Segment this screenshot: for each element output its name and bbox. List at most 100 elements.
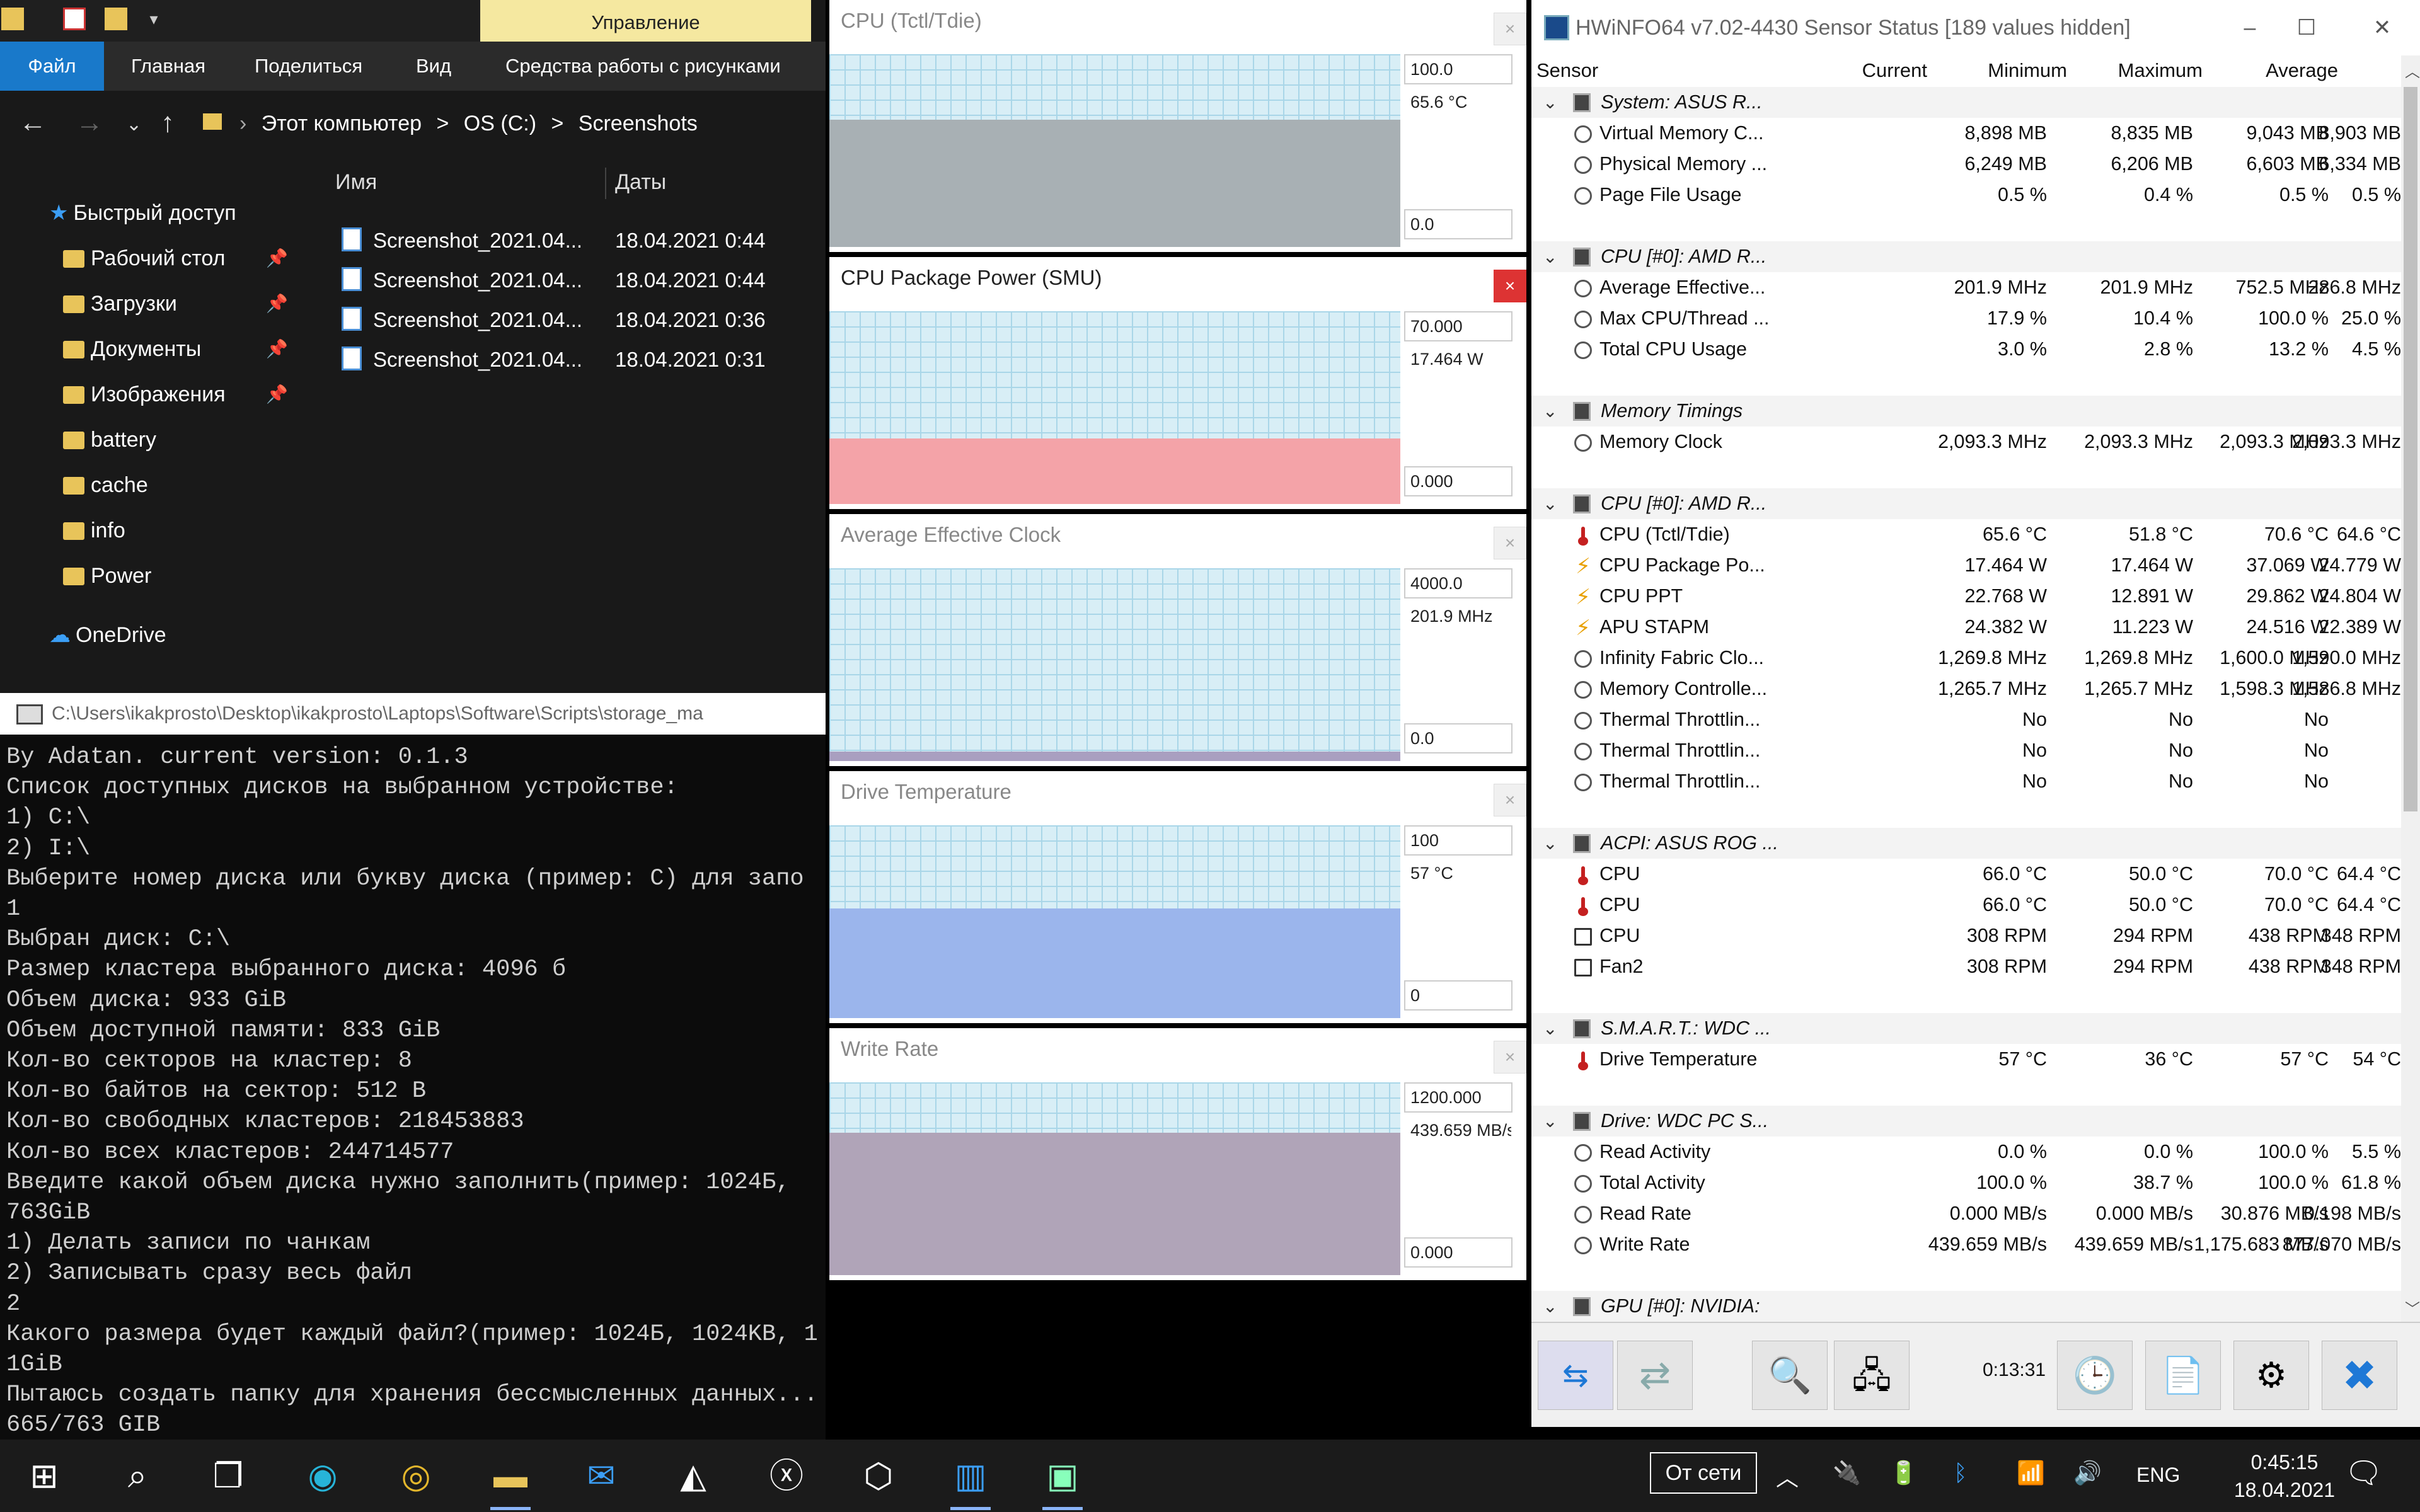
sensor-row[interactable]: Read Rate 0.000 MB/s 0.000 MB/s 30.876 M…: [1531, 1198, 2401, 1229]
graph-window[interactable]: Write Rate × 1200.000 439.659 MB/s Fit y…: [829, 1028, 1526, 1280]
column-divider[interactable]: [605, 168, 606, 199]
nav-battery[interactable]: battery: [63, 421, 156, 459]
recent-locations-icon[interactable]: ⌄: [126, 113, 142, 135]
sensor-group-row[interactable]: ⌄ CPU [#0]: AMD R...: [1531, 241, 2401, 272]
console-title[interactable]: C:\Users\ikakprosto\Desktop\ikakprosto\L…: [0, 693, 826, 735]
breadcrumb-drive-c[interactable]: OS (C:): [464, 112, 536, 135]
collapse-columns-icon[interactable]: ⇄: [1617, 1341, 1693, 1410]
chrome-icon[interactable]: ◎: [391, 1451, 441, 1501]
nav-onedrive[interactable]: ☁ OneDrive: [49, 616, 166, 654]
properties-icon[interactable]: [63, 8, 86, 30]
unity-icon[interactable]: ⬡: [853, 1451, 904, 1501]
sensor-row[interactable]: Thermal Throttlin... No No No: [1531, 735, 2401, 766]
console-icon[interactable]: ▣: [1037, 1451, 1088, 1510]
pin-icon[interactable]: 📌: [266, 239, 288, 277]
vertical-scrollbar[interactable]: ︿ ﹀: [2401, 55, 2420, 1322]
bluetooth-icon[interactable]: ᛒ: [1954, 1460, 1968, 1486]
sensor-row[interactable]: Memory Controlle... 1,265.7 MHz 1,265.7 …: [1531, 673, 2401, 704]
pin-icon[interactable]: 📌: [266, 330, 288, 368]
sensor-group-row[interactable]: ⌄ Memory Timings: [1531, 396, 2401, 427]
expand-columns-icon[interactable]: ⇆: [1538, 1341, 1613, 1410]
close-icon[interactable]: ×: [1494, 1041, 1526, 1074]
graph-max-input[interactable]: 100: [1404, 825, 1512, 856]
sensor-group-row[interactable]: ⌄ GPU [#0]: NVIDIA:: [1531, 1291, 2401, 1322]
tab-picture-tools[interactable]: Средства работы с рисунками: [490, 42, 796, 91]
language-indicator[interactable]: ENG: [2136, 1463, 2180, 1487]
settings-gear-icon[interactable]: ⚙: [2233, 1341, 2309, 1410]
graph-min-input[interactable]: 0.000: [1404, 1237, 1512, 1268]
graph-window[interactable]: CPU Package Power (SMU) × 70.000 17.464 …: [829, 257, 1526, 509]
battery-charge-icon[interactable]: 🔌: [1833, 1460, 1861, 1486]
chevron-down-icon[interactable]: ⌄: [1543, 828, 1557, 859]
header-average[interactable]: Average: [2225, 59, 2338, 82]
breadcrumb[interactable]: › Этот компьютер > OS (C:) > Screenshots: [239, 91, 706, 156]
sensor-group-row[interactable]: ⌄ S.M.A.R.T.: WDC ...: [1531, 1013, 2401, 1044]
breadcrumb-screenshots[interactable]: Screenshots: [579, 112, 698, 135]
sensor-row[interactable]: Infinity Fabric Clo... 1,269.8 MHz 1,269…: [1531, 643, 2401, 673]
graph-min-input[interactable]: 0.000: [1404, 466, 1512, 496]
task-view-icon[interactable]: ❐: [203, 1451, 253, 1501]
windows-start-icon[interactable]: ⊞: [19, 1451, 69, 1501]
graph-window[interactable]: CPU (Tctl/Tdie) × 100.0 65.6 °C Fit y Re…: [829, 0, 1526, 252]
scroll-down-icon[interactable]: ﹀: [2405, 1297, 2420, 1319]
sensor-row[interactable]: ⚡ CPU Package Po... 17.464 W 17.464 W 37…: [1531, 550, 2401, 581]
tab-view[interactable]: Вид: [401, 42, 466, 91]
sensor-group-row[interactable]: ⌄ Drive: WDC PC S...: [1531, 1106, 2401, 1137]
sensor-row[interactable]: Total CPU Usage 3.0 % 2.8 % 13.2 % 4.5 %: [1531, 334, 2401, 365]
folder-icon[interactable]: [1, 8, 24, 30]
close-icon[interactable]: ×: [1494, 784, 1526, 816]
sensor-row[interactable]: Drive Temperature 57 °C 36 °C 57 °C 54 °…: [1531, 1044, 2401, 1075]
sensor-row[interactable]: ⚡ CPU PPT 22.768 W 12.891 W 29.862 W 24.…: [1531, 581, 2401, 612]
nav-downloads[interactable]: Загрузки 📌: [63, 285, 290, 323]
close-icon[interactable]: ✕: [2344, 0, 2420, 55]
chevron-down-icon[interactable]: ⌄: [1543, 241, 1557, 272]
forward-arrow-icon[interactable]: →: [76, 107, 103, 139]
chevron-down-icon[interactable]: ⌄: [1543, 87, 1557, 118]
pin-icon[interactable]: 📌: [266, 285, 288, 323]
xbox-icon[interactable]: ⓧ: [761, 1451, 812, 1501]
search-sensor-icon[interactable]: 🔍: [1752, 1341, 1828, 1410]
close-sensors-icon[interactable]: ✖: [2322, 1341, 2397, 1410]
console-output[interactable]: By Adatan. current version: 0.1.3 Список…: [6, 742, 819, 1441]
close-icon[interactable]: ×: [1494, 270, 1526, 302]
sensor-group-row[interactable]: ⌄ System: ASUS R...: [1531, 87, 2401, 118]
mail-icon[interactable]: ✉: [576, 1451, 626, 1501]
chevron-down-icon[interactable]: ⌄: [1543, 1013, 1557, 1044]
sensor-row[interactable]: Average Effective... 201.9 MHz 201.9 MHz…: [1531, 272, 2401, 303]
notifications-icon[interactable]: 🗨: [2344, 1455, 2383, 1491]
nav-quick-access[interactable]: ★ Быстрый доступ: [49, 194, 236, 232]
graph-window[interactable]: Drive Temperature × 100 57 °C Fit y Rese…: [829, 771, 1526, 1023]
file-row[interactable]: Screenshot_2021.04... 18.04.2021 0:44: [342, 261, 766, 299]
sensor-row[interactable]: Page File Usage 0.5 % 0.4 % 0.5 % 0.5 %: [1531, 180, 2401, 210]
sensor-row[interactable]: Thermal Throttlin... No No No: [1531, 766, 2401, 797]
graph-max-input[interactable]: 100.0: [1404, 54, 1512, 84]
sensor-group-row[interactable]: ⌄ ACPI: ASUS ROG ...: [1531, 828, 2401, 859]
clock[interactable]: 0:45:15 18.04.2021: [2231, 1448, 2338, 1504]
scrollbar-thumb[interactable]: [2404, 87, 2417, 811]
sensor-row[interactable]: Max CPU/Thread ... 17.9 % 10.4 % 100.0 %…: [1531, 303, 2401, 334]
file-explorer-icon[interactable]: ▬: [485, 1451, 536, 1510]
sensor-row[interactable]: CPU 308 RPM 294 RPM 438 RPM 348 RPM: [1531, 920, 2401, 951]
sensor-row[interactable]: CPU 66.0 °C 50.0 °C 70.0 °C 64.4 °C: [1531, 890, 2401, 920]
pin-icon[interactable]: 📌: [266, 375, 288, 413]
close-icon[interactable]: ×: [1494, 527, 1526, 559]
tab-share[interactable]: Поделиться: [239, 42, 377, 91]
header-maximum[interactable]: Maximum: [2089, 59, 2203, 82]
sensor-row[interactable]: Virtual Memory C... 8,898 MB 8,835 MB 9,…: [1531, 118, 2401, 149]
network-icon[interactable]: 🖧: [1834, 1341, 1910, 1410]
sensor-row[interactable]: Physical Memory ... 6,249 MB 6,206 MB 6,…: [1531, 149, 2401, 180]
graph-window[interactable]: Average Effective Clock × 4000.0 201.9 M…: [829, 514, 1526, 766]
customize-toolbar-icon[interactable]: ▾: [142, 8, 165, 30]
graph-min-input[interactable]: 0: [1404, 980, 1512, 1011]
sensor-row[interactable]: CPU 66.0 °C 50.0 °C 70.0 °C 64.4 °C: [1531, 859, 2401, 890]
wifi-icon[interactable]: 📶: [2017, 1460, 2045, 1486]
scroll-up-icon[interactable]: ︿: [2405, 59, 2420, 81]
sensor-row[interactable]: Write Rate 439.659 MB/s 439.659 MB/s 1,1…: [1531, 1229, 2401, 1260]
sensor-row[interactable]: Total Activity 100.0 % 38.7 % 100.0 % 61…: [1531, 1167, 2401, 1198]
chevron-down-icon[interactable]: ⌄: [1543, 488, 1557, 519]
tab-home[interactable]: Главная: [116, 42, 221, 91]
up-arrow-icon[interactable]: ↑: [161, 107, 175, 139]
logging-icon[interactable]: 📄: [2145, 1341, 2221, 1410]
sensor-row[interactable]: Fan2 308 RPM 294 RPM 438 RPM 348 RPM: [1531, 951, 2401, 982]
nav-power[interactable]: Power: [63, 557, 151, 595]
